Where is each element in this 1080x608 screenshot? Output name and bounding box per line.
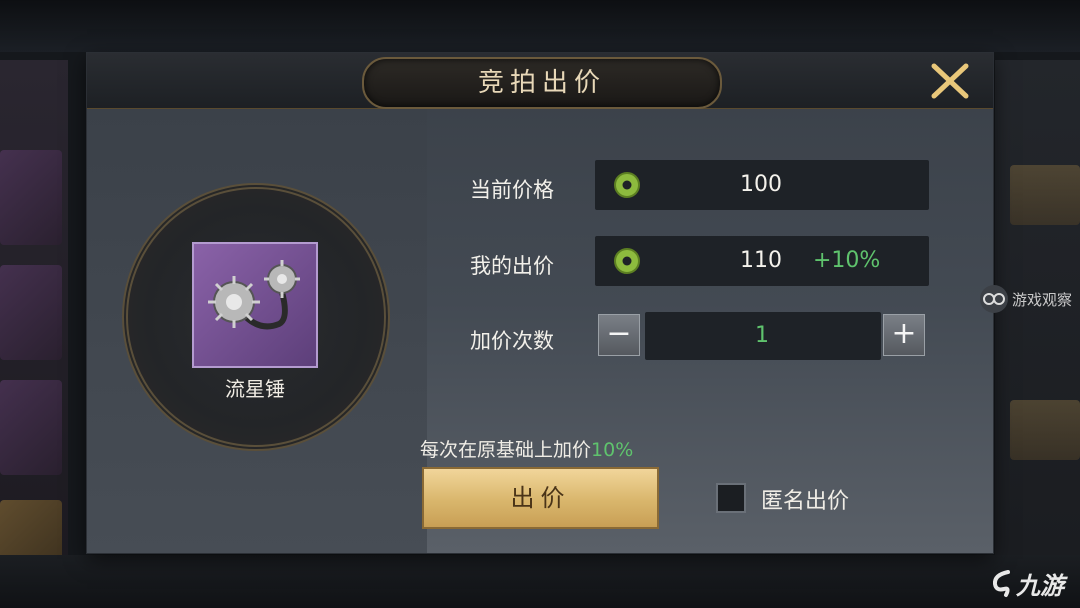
watermark: 九游 [990,566,1064,601]
title-plate: 竞拍出价 [362,57,722,109]
close-button[interactable] [930,62,970,100]
background-tile [0,380,62,475]
my-bid-field: 110 +10% [595,236,929,286]
background-tile [0,265,62,360]
hint-percent: 10% [591,439,634,461]
anonymous-bid-label[interactable]: 匿名出价 [761,483,849,515]
my-bid-label: 我的出价 [470,254,554,278]
hint-text: 每次在原基础上加价 [420,439,592,461]
side-badge-text: 游戏观察 [1012,290,1073,309]
minus-icon: − [606,316,632,351]
item-icon-card [192,242,318,368]
nine-game-logo-icon [992,569,1010,597]
jade-coin-icon [614,248,640,274]
dialog-title: 竞拍出价 [477,68,606,98]
increase-button[interactable]: + [883,314,925,356]
background-tile [1010,165,1080,225]
my-bid-value: 110 [740,248,782,273]
raise-count-label: 加价次数 [470,329,554,353]
current-price-field: 100 [595,160,929,210]
dialog-header: 竞拍出价 [87,53,993,109]
bid-button[interactable]: 出价 [422,467,659,529]
anonymous-bid-checkbox[interactable] [716,483,746,513]
raise-count-field[interactable]: 1 [645,312,881,360]
background-top-bar [0,0,1080,52]
item-name: 流星锤 [225,377,285,401]
eye-glasses-icon [980,285,1008,313]
auction-bid-dialog: 竞拍出价 流星锤 当前价格 100 我的出价 110 +10% 加价次数 − 1… [87,53,993,553]
current-price-label: 当前价格 [470,178,554,202]
watermark-text: 九游 [1016,572,1064,600]
current-price-value: 100 [740,172,782,197]
background-tile [1010,400,1080,460]
jade-coin-icon [614,172,640,198]
background-tile [0,150,62,245]
item-panel: 流星锤 [87,109,427,553]
plus-icon: + [891,316,917,351]
decrease-button[interactable]: − [598,314,640,356]
meteor-hammer-icon [208,260,300,330]
my-bid-percent: +10% [813,248,881,273]
raise-count-value: 1 [755,323,769,348]
side-badge: 游戏观察 [980,284,1072,314]
background-bottom-bar [0,555,1080,608]
close-icon [931,63,969,99]
raise-hint-text: 每次在原基础上加价10% [420,435,633,462]
background-right-list [995,60,1080,600]
